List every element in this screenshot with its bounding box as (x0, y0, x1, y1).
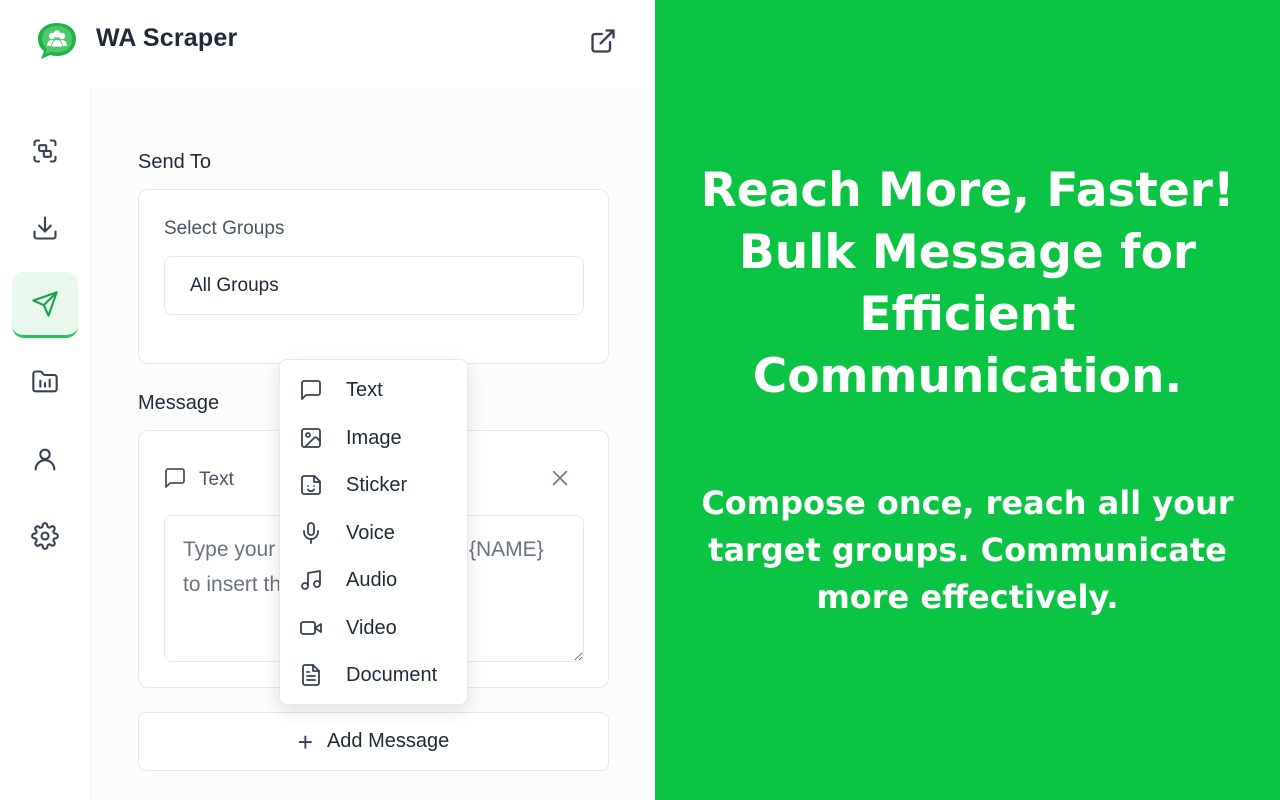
image-icon (301, 428, 321, 448)
plus-icon: + (297, 726, 313, 757)
message-type-menu: Text Image Sticker Voice Audio Video Doc… (279, 359, 468, 705)
app-header: WA Scraper (0, 0, 655, 86)
nav-item-scan[interactable] (12, 118, 78, 184)
menu-item-label: Text (346, 379, 383, 401)
nav-item-download[interactable] (12, 195, 78, 261)
menu-item-document[interactable]: Document (280, 651, 467, 698)
select-groups-dropdown[interactable]: All Groups (164, 256, 584, 315)
select-groups-value: All Groups (190, 275, 279, 296)
external-link-icon (591, 29, 615, 53)
send-icon (32, 290, 58, 317)
close-icon (552, 470, 568, 486)
sidebar-nav (0, 88, 91, 800)
menu-item-label: Video (346, 617, 397, 639)
menu-item-label: Document (346, 664, 438, 686)
download-icon (33, 216, 57, 240)
wa-scraper-logo-icon (34, 20, 80, 62)
app-panel: WA Scraper Send To Select Groups All Gro… (0, 0, 655, 800)
app-title: WA Scraper (96, 24, 238, 52)
music-icon (301, 570, 321, 590)
message-square-icon (301, 380, 321, 400)
menu-item-voice[interactable]: Voice (280, 509, 467, 556)
promo-headline: Reach More, Faster! Bulk Message for Eff… (700, 163, 1235, 404)
user-icon (34, 448, 56, 471)
nav-item-reports[interactable] (12, 349, 78, 415)
add-message-button[interactable]: + Add Message (138, 712, 609, 771)
send-to-label: Send To (138, 151, 212, 173)
message-type-label: Text (199, 469, 234, 490)
menu-item-video[interactable]: Video (280, 604, 467, 651)
menu-item-audio[interactable]: Audio (280, 556, 467, 603)
send-to-card: Select Groups All Groups (138, 189, 609, 364)
menu-item-sticker[interactable]: Sticker (280, 461, 467, 508)
message-square-icon (163, 466, 187, 490)
open-external-button[interactable] (588, 26, 618, 56)
menu-item-text[interactable]: Text (280, 366, 467, 413)
nav-item-profile[interactable] (12, 426, 78, 492)
video-icon (300, 621, 322, 635)
remove-message-button[interactable] (547, 465, 573, 491)
message-label: Message (138, 392, 220, 414)
menu-item-image[interactable]: Image (280, 414, 467, 461)
add-message-label: Add Message (326, 730, 450, 752)
menu-item-label: Image (346, 427, 402, 449)
sticker-icon (301, 475, 321, 495)
menu-item-label: Audio (346, 569, 398, 591)
menu-item-label: Voice (346, 522, 395, 544)
nav-item-settings[interactable] (12, 503, 78, 569)
promo-panel: Reach More, Faster! Bulk Message for Eff… (655, 0, 1280, 800)
promo-subtext: Compose once, reach all your target grou… (701, 484, 1234, 616)
folder-chart-icon (32, 370, 58, 393)
microphone-icon (303, 522, 319, 544)
gear-icon (31, 522, 59, 550)
select-groups-label: Select Groups (164, 218, 285, 239)
scan-group-icon (33, 139, 57, 163)
menu-item-label: Sticker (346, 474, 408, 496)
document-icon (302, 664, 320, 686)
nav-item-send[interactable] (12, 272, 78, 338)
